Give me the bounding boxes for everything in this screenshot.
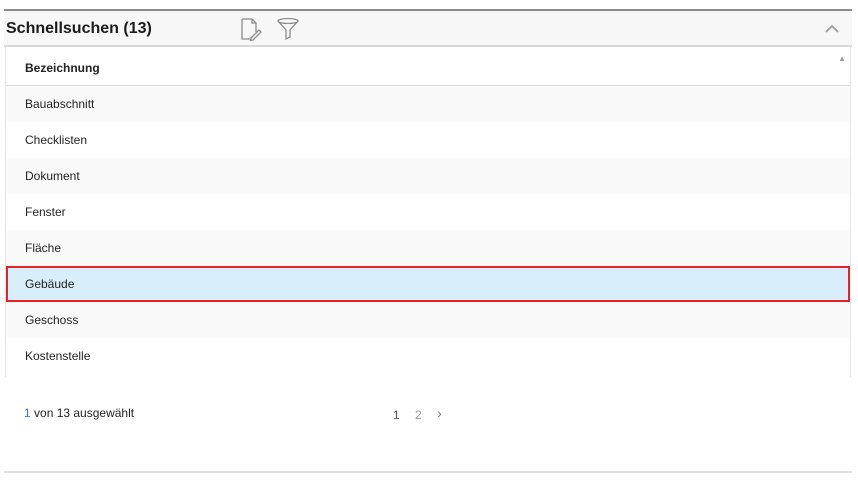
grid-footer: 1 von 13 ausgewählt 1 2 › bbox=[4, 391, 852, 431]
grid-rows: Bauabschnitt Checklisten Dokument Fenster Fl… bbox=[6, 86, 850, 374]
column-header-bezeichnung[interactable]: Bezeichnung ▲ bbox=[6, 47, 850, 86]
table-row[interactable]: Checklisten bbox=[6, 122, 850, 158]
quick-search-grid: Bezeichnung ▲ Bauabschnitt Checklisten Dok… bbox=[5, 47, 851, 377]
table-row[interactable]: Geschoss bbox=[6, 302, 850, 338]
table-row[interactable]: Gebäude bbox=[6, 266, 850, 302]
table-row[interactable]: Fenster bbox=[6, 194, 850, 230]
page-1-link[interactable]: 1 bbox=[393, 408, 400, 422]
selection-status-text: von 13 ausgewählt bbox=[30, 406, 135, 420]
table-row[interactable]: Dokument bbox=[6, 158, 850, 194]
document-edit-icon[interactable] bbox=[236, 15, 264, 43]
table-row[interactable]: Kostenstelle bbox=[6, 338, 850, 374]
quick-search-panel: Schnellsuchen (13) Bezeichnung ▲ Bauabsc… bbox=[4, 9, 852, 472]
selected-count: 1 bbox=[24, 406, 31, 420]
panel-header: Schnellsuchen (13) bbox=[4, 11, 852, 47]
pager: 1 2 › bbox=[393, 405, 454, 422]
chevron-up-icon bbox=[825, 24, 839, 33]
divider bbox=[4, 471, 852, 473]
selection-status: 1 von 13 ausgewählt bbox=[24, 406, 134, 420]
page-2-link[interactable]: 2 bbox=[415, 408, 422, 422]
table-row[interactable]: Bauabschnitt bbox=[6, 86, 850, 122]
sort-ascending-icon[interactable]: ▲ bbox=[838, 54, 846, 63]
panel-title: Schnellsuchen (13) bbox=[6, 20, 152, 37]
table-row[interactable]: Fläche bbox=[6, 230, 850, 266]
collapse-button[interactable] bbox=[822, 19, 842, 39]
filter-icon[interactable] bbox=[274, 15, 302, 43]
column-header-label: Bezeichnung bbox=[25, 61, 100, 75]
next-page-icon[interactable]: › bbox=[437, 405, 442, 421]
